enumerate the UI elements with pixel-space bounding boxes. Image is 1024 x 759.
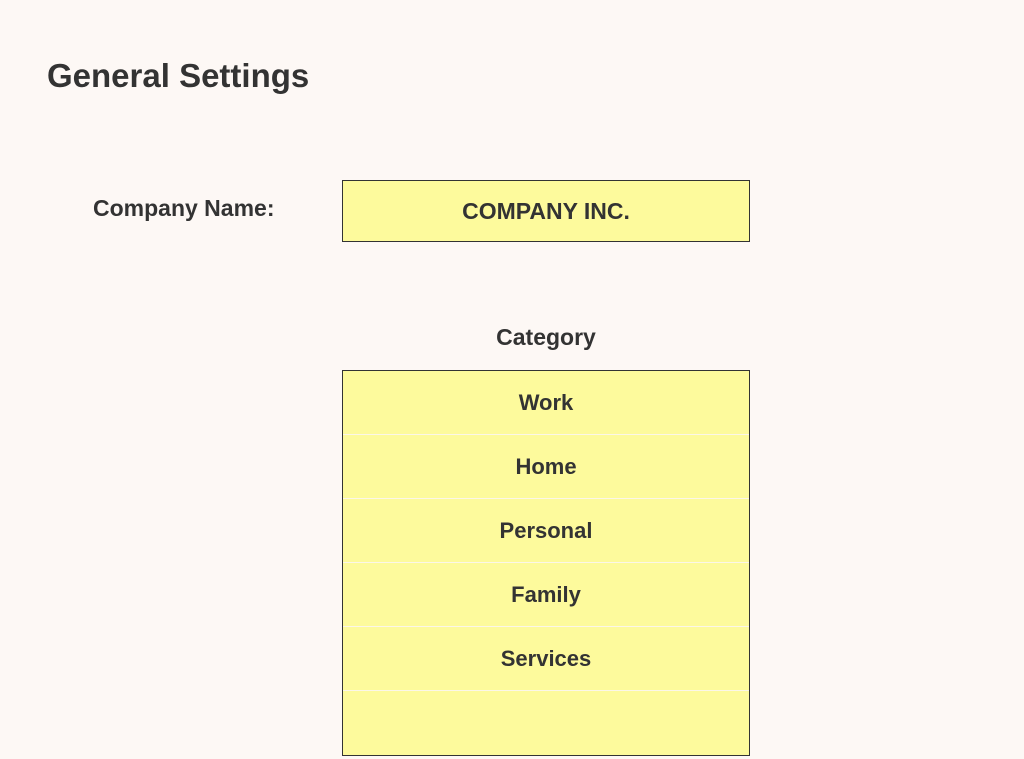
category-row[interactable]: Home (343, 435, 749, 499)
company-name-input[interactable]: COMPANY INC. (342, 180, 750, 242)
page-title: General Settings (47, 57, 309, 95)
category-row[interactable]: Personal (343, 499, 749, 563)
category-table: Work Home Personal Family Services (342, 370, 750, 756)
category-row[interactable]: Work (343, 371, 749, 435)
category-header: Category (342, 324, 750, 351)
company-name-label: Company Name: (93, 195, 274, 222)
category-row[interactable]: Family (343, 563, 749, 627)
category-row[interactable]: Services (343, 627, 749, 691)
category-row[interactable] (343, 691, 749, 755)
settings-page: General Settings Company Name: COMPANY I… (0, 0, 1024, 759)
